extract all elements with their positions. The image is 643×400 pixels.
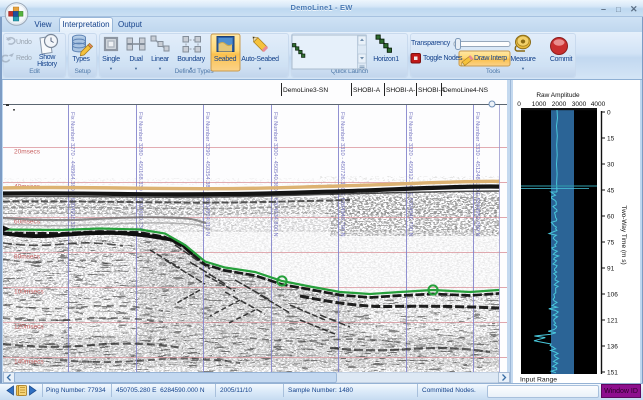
svg-text:Fix Number 3270 - 448964.380 E: Fix Number 3270 - 448964.380 E 6204915.3…: [69, 112, 75, 237]
svg-text:DemoLine3-SN: DemoLine3-SN: [283, 87, 328, 94]
svg-text:1000: 1000: [532, 101, 547, 108]
svg-text:Fix Number 3310 - 450726.300 E: Fix Number 3310 - 450726.300 E 6204940.7…: [339, 112, 345, 237]
svg-text:136: 136: [607, 344, 618, 351]
svg-text:80msecs: 80msecs: [14, 254, 41, 261]
svg-text:121: 121: [607, 318, 618, 325]
svg-text:100msecs: 100msecs: [14, 289, 44, 296]
svg-text:91: 91: [607, 266, 615, 273]
svg-text:15: 15: [607, 136, 615, 143]
svg-text:75: 75: [607, 240, 615, 247]
svg-text:Raw Amplitude: Raw Amplitude: [536, 92, 580, 99]
svg-text:Fix Number 3290 - 450354.380 E: Fix Number 3290 - 450354.380 E 6204924.1…: [204, 112, 210, 236]
svg-text:DemoLine4-NS: DemoLine4-NS: [443, 87, 489, 94]
svg-text:60: 60: [607, 214, 615, 221]
svg-text:106: 106: [607, 292, 618, 299]
svg-text:SHOBI-A: SHOBI-A: [353, 87, 381, 94]
svg-text:Fix Number 3330 - 451248.180 E: Fix Number 3330 - 451248.180 E 6204952.0…: [474, 112, 480, 237]
svg-text:45: 45: [607, 188, 615, 195]
svg-text:Two-Way Time (m s): Two-Way Time (m s): [620, 205, 627, 264]
svg-text:151: 151: [607, 370, 618, 377]
svg-text:4000: 4000: [591, 101, 606, 108]
svg-text:3000: 3000: [572, 101, 587, 108]
svg-text:140msecs: 140msecs: [14, 359, 44, 366]
svg-text:0: 0: [517, 101, 521, 108]
svg-text:2000: 2000: [552, 101, 567, 108]
svg-text:SHOBI-A: SHOBI-A: [418, 87, 446, 94]
svg-text:SHOBI-A-: SHOBI-A-: [386, 87, 415, 94]
svg-text:0: 0: [607, 110, 611, 117]
svg-text:Fix Number 3320 - 450912.240 E: Fix Number 3320 - 450912.240 E 6204946.7…: [407, 112, 413, 237]
svg-text:120msecs: 120msecs: [14, 324, 44, 331]
svg-text:20msecs: 20msecs: [14, 149, 41, 156]
svg-text:Fix Number 3300 - 450540.360 E: Fix Number 3300 - 450540.360 E 6204934.8…: [272, 112, 278, 237]
svg-text:30: 30: [607, 162, 615, 169]
